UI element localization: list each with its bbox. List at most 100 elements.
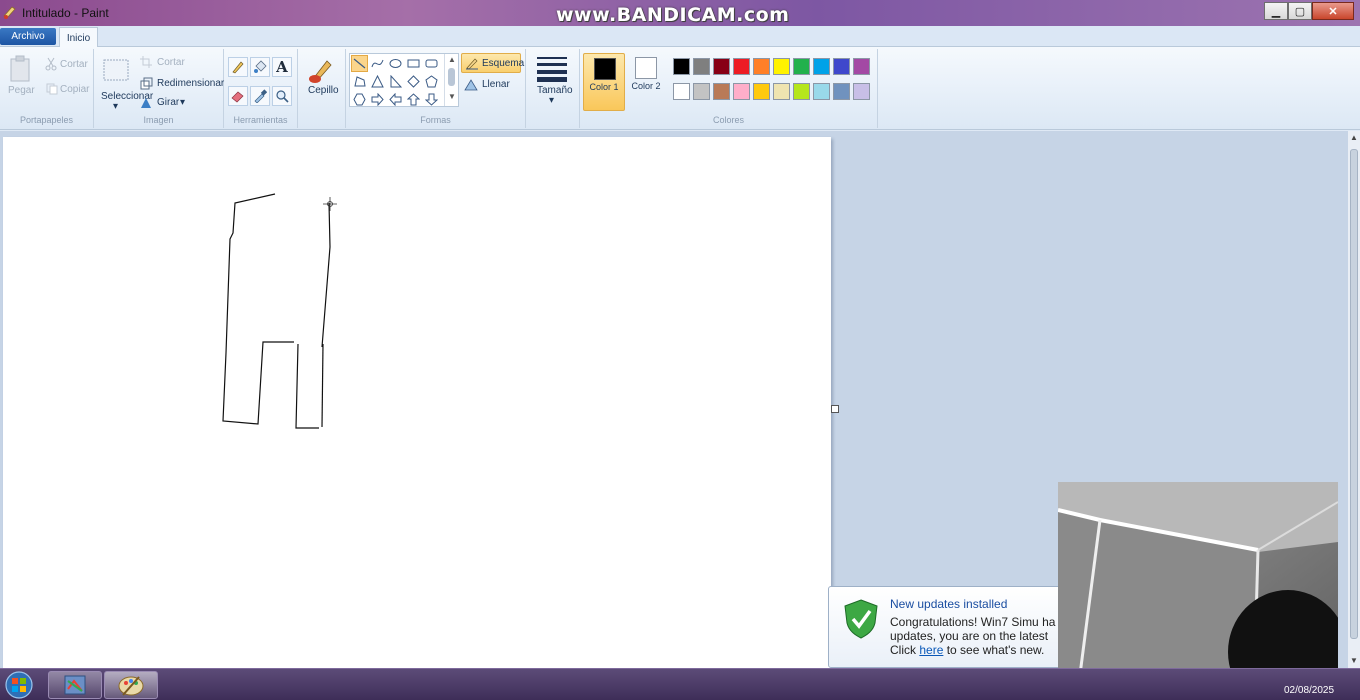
curve-shape[interactable] [369, 55, 386, 72]
paint-app-icon[interactable] [2, 4, 18, 20]
copy-icon[interactable] [46, 83, 58, 95]
rectangle-icon [407, 59, 420, 68]
copiar-label[interactable]: Copiar [60, 84, 89, 95]
notification-here-link[interactable]: here [919, 643, 943, 657]
scroll-up-arrow-icon[interactable]: ▲ [1350, 133, 1358, 143]
update-notification[interactable]: New updates installed Congratulations! W… [828, 586, 1068, 668]
fill-button[interactable]: Llenar [461, 75, 521, 95]
palette-swatch[interactable] [753, 83, 770, 100]
down-arrow-shape[interactable] [423, 91, 440, 108]
diamond-shape[interactable] [405, 73, 422, 90]
tab-archivo[interactable]: Archivo [0, 28, 56, 45]
recortar-label[interactable]: Cortar [157, 57, 185, 68]
palette-swatch[interactable] [813, 58, 830, 75]
palette-swatch[interactable] [753, 58, 770, 75]
fill-tool[interactable] [250, 57, 270, 77]
crosshair-cursor [323, 197, 337, 211]
palette-swatch[interactable] [813, 83, 830, 100]
oval-icon [389, 59, 402, 68]
line-shape[interactable] [351, 55, 368, 72]
drawing-canvas[interactable] [3, 137, 831, 668]
curve-icon [371, 59, 384, 68]
up-arrow-icon [407, 93, 420, 106]
formas-group-label: Formas [420, 115, 451, 125]
magnifier-tool[interactable] [272, 86, 292, 106]
palette-swatch[interactable] [713, 58, 730, 75]
right-arrow-shape[interactable] [369, 91, 386, 108]
palette-swatch[interactable] [773, 58, 790, 75]
color2-button[interactable]: Color 2 [627, 53, 665, 111]
scroll-down-icon[interactable]: ▼ [448, 92, 456, 101]
paste-icon[interactable] [8, 55, 32, 83]
crop-icon[interactable] [140, 56, 152, 68]
resize-icon[interactable] [140, 77, 153, 90]
outline-button[interactable]: Esquema [461, 53, 524, 73]
cortar-label[interactable]: Cortar [60, 59, 88, 70]
redimensionar-label[interactable]: Redimensionar [157, 78, 224, 89]
taskbar-app-paint[interactable] [104, 671, 158, 699]
notification-title: New updates installed [890, 597, 1008, 611]
line-size-icon[interactable] [537, 55, 567, 83]
hexagon-shape[interactable] [351, 91, 368, 108]
rounded-rectangle-shape[interactable] [423, 55, 440, 72]
pencil-tool[interactable] [228, 57, 248, 77]
palette-swatch[interactable] [733, 83, 750, 100]
cepillo-label[interactable]: Cepillo [308, 85, 339, 96]
left-arrow-shape[interactable] [387, 91, 404, 108]
oval-shape[interactable] [387, 55, 404, 72]
palette-swatch[interactable] [673, 83, 690, 100]
portapapeles-group-label: Portapapeles [19, 115, 74, 125]
tamano-label[interactable]: Tamaño [537, 85, 573, 96]
color2-label: Color 2 [631, 81, 661, 91]
palette-swatch[interactable] [673, 58, 690, 75]
triangle-shape[interactable] [369, 73, 386, 90]
color-picker-tool[interactable] [250, 86, 270, 106]
pegar-label[interactable]: Pegar [8, 85, 35, 96]
start-button[interactable] [2, 670, 36, 700]
girar-dropdown-icon[interactable]: ▾ [180, 97, 185, 108]
palette-swatch[interactable] [833, 58, 850, 75]
right-triangle-shape[interactable] [387, 73, 404, 90]
palette-swatch[interactable] [853, 58, 870, 75]
text-tool[interactable]: A [272, 57, 292, 77]
tab-inicio[interactable]: Inicio [59, 27, 98, 48]
palette-swatch[interactable] [793, 83, 810, 100]
rotate-icon[interactable] [140, 96, 153, 109]
palette-swatch[interactable] [713, 83, 730, 100]
girar-label[interactable]: Girar [157, 97, 179, 108]
maximize-button[interactable]: ▢ [1288, 2, 1312, 20]
rectangle-shape[interactable] [405, 55, 422, 72]
close-button[interactable]: ✕ [1312, 2, 1354, 20]
seleccionar-dropdown-icon[interactable]: ▾ [113, 101, 118, 112]
scroll-up-icon[interactable]: ▲ [448, 55, 456, 64]
color1-button[interactable]: Color 1 [583, 53, 625, 111]
pentagon-shape[interactable] [423, 73, 440, 90]
minimize-button[interactable]: ▁ [1264, 2, 1288, 20]
group-tamano: Tamaño ▾ [526, 49, 580, 128]
scissors-icon[interactable] [44, 57, 58, 71]
scroll-down-arrow-icon[interactable]: ▼ [1350, 656, 1358, 666]
palette-swatch[interactable] [853, 83, 870, 100]
pencil-icon [232, 61, 244, 74]
shapes-scroll[interactable]: ▲ ▼ [444, 54, 458, 106]
taskbar-app-window[interactable] [48, 671, 102, 699]
scrollbar-thumb[interactable] [1350, 149, 1358, 639]
select-icon[interactable] [103, 59, 129, 81]
shapes-gallery: ▲ ▼ [349, 53, 459, 107]
palette-swatch[interactable] [693, 58, 710, 75]
palette-swatch[interactable] [733, 58, 750, 75]
brush-icon[interactable] [307, 55, 335, 85]
eraser-tool[interactable] [228, 86, 248, 106]
vertical-scrollbar[interactable]: ▲ ▼ [1348, 131, 1360, 668]
tamano-dropdown-icon[interactable]: ▾ [549, 95, 554, 106]
polygon-shape[interactable] [351, 73, 368, 90]
palette-swatch[interactable] [693, 83, 710, 100]
palette-swatch[interactable] [833, 83, 850, 100]
shapes-scroll-thumb[interactable] [448, 68, 455, 86]
up-arrow-shape[interactable] [405, 91, 422, 108]
canvas-resize-handle[interactable] [831, 405, 839, 413]
palette-swatch[interactable] [793, 58, 810, 75]
pentagon-icon [425, 75, 438, 88]
palette-swatch[interactable] [773, 83, 790, 100]
group-herramientas: A Herramientas [224, 49, 298, 128]
